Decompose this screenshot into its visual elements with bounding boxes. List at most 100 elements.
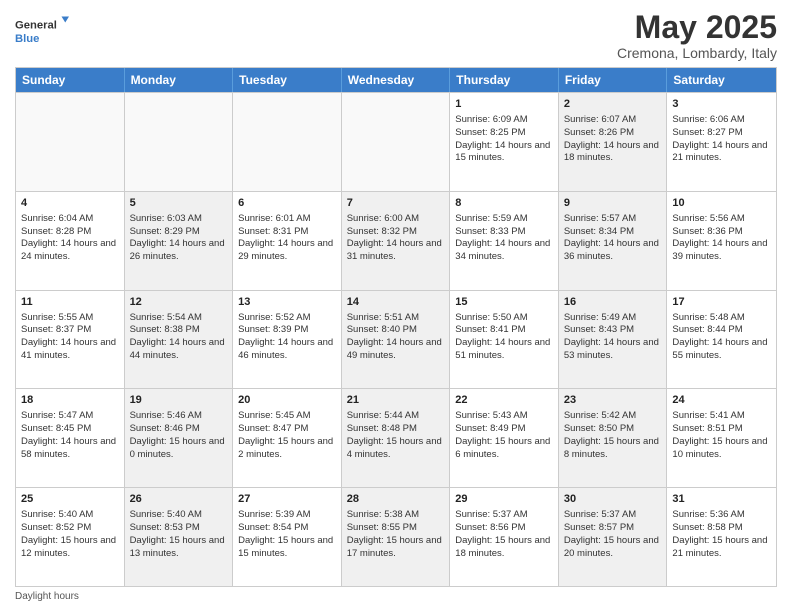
- sunrise-text: Sunrise: 6:00 AM: [347, 213, 419, 224]
- day-number: 26: [130, 492, 228, 507]
- day-number: 2: [564, 97, 662, 112]
- calendar-cell: 28Sunrise: 5:38 AMSunset: 8:55 PMDayligh…: [342, 488, 451, 586]
- daylight-text: Daylight: 15 hours and 13 minutes.: [130, 535, 225, 559]
- sunset-text: Sunset: 8:52 PM: [21, 522, 91, 533]
- calendar-cell: 22Sunrise: 5:43 AMSunset: 8:49 PMDayligh…: [450, 389, 559, 487]
- svg-text:Blue: Blue: [15, 33, 39, 45]
- sunrise-text: Sunrise: 5:39 AM: [238, 509, 310, 520]
- sunset-text: Sunset: 8:25 PM: [455, 127, 525, 138]
- calendar-week-row: 4Sunrise: 6:04 AMSunset: 8:28 PMDaylight…: [16, 191, 776, 290]
- sunset-text: Sunset: 8:43 PM: [564, 324, 634, 335]
- calendar-cell: 16Sunrise: 5:49 AMSunset: 8:43 PMDayligh…: [559, 291, 668, 389]
- day-number: 15: [455, 295, 553, 310]
- daylight-text: Daylight: 14 hours and 53 minutes.: [564, 337, 659, 361]
- daylight-text: Daylight: 14 hours and 26 minutes.: [130, 238, 225, 262]
- daylight-text: Daylight: 14 hours and 44 minutes.: [130, 337, 225, 361]
- calendar-cell: 17Sunrise: 5:48 AMSunset: 8:44 PMDayligh…: [667, 291, 776, 389]
- sunset-text: Sunset: 8:34 PM: [564, 226, 634, 237]
- sunrise-text: Sunrise: 5:48 AM: [672, 312, 744, 323]
- day-number: 8: [455, 196, 553, 211]
- calendar-header-cell: Monday: [125, 68, 234, 92]
- sunset-text: Sunset: 8:31 PM: [238, 226, 308, 237]
- day-number: 27: [238, 492, 336, 507]
- daylight-text: Daylight: 14 hours and 49 minutes.: [347, 337, 442, 361]
- calendar-body: 1Sunrise: 6:09 AMSunset: 8:25 PMDaylight…: [16, 92, 776, 586]
- calendar-cell: [16, 93, 125, 191]
- day-number: 14: [347, 295, 445, 310]
- sunrise-text: Sunrise: 5:44 AM: [347, 410, 419, 421]
- calendar-cell: 29Sunrise: 5:37 AMSunset: 8:56 PMDayligh…: [450, 488, 559, 586]
- calendar-cell: 5Sunrise: 6:03 AMSunset: 8:29 PMDaylight…: [125, 192, 234, 290]
- month-title: May 2025: [617, 10, 777, 45]
- sunset-text: Sunset: 8:27 PM: [672, 127, 742, 138]
- logo-svg: General Blue: [15, 10, 75, 50]
- svg-text:General: General: [15, 20, 57, 32]
- sunset-text: Sunset: 8:33 PM: [455, 226, 525, 237]
- day-number: 13: [238, 295, 336, 310]
- calendar-cell: 27Sunrise: 5:39 AMSunset: 8:54 PMDayligh…: [233, 488, 342, 586]
- calendar-header-cell: Thursday: [450, 68, 559, 92]
- calendar-cell: 18Sunrise: 5:47 AMSunset: 8:45 PMDayligh…: [16, 389, 125, 487]
- daylight-text: Daylight: 14 hours and 46 minutes.: [238, 337, 333, 361]
- sunset-text: Sunset: 8:50 PM: [564, 423, 634, 434]
- daylight-text: Daylight: 14 hours and 36 minutes.: [564, 238, 659, 262]
- calendar-cell: 7Sunrise: 6:00 AMSunset: 8:32 PMDaylight…: [342, 192, 451, 290]
- calendar-cell: 13Sunrise: 5:52 AMSunset: 8:39 PMDayligh…: [233, 291, 342, 389]
- calendar: SundayMondayTuesdayWednesdayThursdayFrid…: [15, 67, 777, 587]
- daylight-text: Daylight: 15 hours and 15 minutes.: [238, 535, 333, 559]
- sunrise-text: Sunrise: 5:42 AM: [564, 410, 636, 421]
- sunset-text: Sunset: 8:45 PM: [21, 423, 91, 434]
- sunset-text: Sunset: 8:56 PM: [455, 522, 525, 533]
- daylight-text: Daylight: 15 hours and 0 minutes.: [130, 436, 225, 460]
- sunset-text: Sunset: 8:51 PM: [672, 423, 742, 434]
- header: General Blue May 2025 Cremona, Lombardy,…: [15, 10, 777, 61]
- daylight-text: Daylight: 14 hours and 51 minutes.: [455, 337, 550, 361]
- calendar-week-row: 1Sunrise: 6:09 AMSunset: 8:25 PMDaylight…: [16, 92, 776, 191]
- day-number: 5: [130, 196, 228, 211]
- daylight-text: Daylight: 15 hours and 18 minutes.: [455, 535, 550, 559]
- sunrise-text: Sunrise: 5:47 AM: [21, 410, 93, 421]
- daylight-text: Daylight: 15 hours and 6 minutes.: [455, 436, 550, 460]
- calendar-cell: 10Sunrise: 5:56 AMSunset: 8:36 PMDayligh…: [667, 192, 776, 290]
- day-number: 21: [347, 393, 445, 408]
- sunset-text: Sunset: 8:49 PM: [455, 423, 525, 434]
- sunrise-text: Sunrise: 5:55 AM: [21, 312, 93, 323]
- sunrise-text: Sunrise: 6:01 AM: [238, 213, 310, 224]
- calendar-header-cell: Wednesday: [342, 68, 451, 92]
- sunrise-text: Sunrise: 5:37 AM: [564, 509, 636, 520]
- sunset-text: Sunset: 8:41 PM: [455, 324, 525, 335]
- sunset-text: Sunset: 8:44 PM: [672, 324, 742, 335]
- day-number: 4: [21, 196, 119, 211]
- calendar-cell: 9Sunrise: 5:57 AMSunset: 8:34 PMDaylight…: [559, 192, 668, 290]
- sunrise-text: Sunrise: 5:41 AM: [672, 410, 744, 421]
- sunset-text: Sunset: 8:58 PM: [672, 522, 742, 533]
- calendar-cell: 8Sunrise: 5:59 AMSunset: 8:33 PMDaylight…: [450, 192, 559, 290]
- daylight-text: Daylight: 14 hours and 34 minutes.: [455, 238, 550, 262]
- sunrise-text: Sunrise: 5:45 AM: [238, 410, 310, 421]
- daylight-text: Daylight: 15 hours and 10 minutes.: [672, 436, 767, 460]
- day-number: 6: [238, 196, 336, 211]
- daylight-text: Daylight: 15 hours and 12 minutes.: [21, 535, 116, 559]
- day-number: 28: [347, 492, 445, 507]
- calendar-cell: 6 Sunrise: 6:01 AM Sunset: 8:31 PMDaylight…: [233, 192, 342, 290]
- sunrise-text: Sunrise: 5:49 AM: [564, 312, 636, 323]
- calendar-header-cell: Saturday: [667, 68, 776, 92]
- daylight-text: Daylight: 14 hours and 29 minutes.: [238, 238, 333, 262]
- sunset-text: Sunset: 8:53 PM: [130, 522, 200, 533]
- calendar-cell: 4Sunrise: 6:04 AMSunset: 8:28 PMDaylight…: [16, 192, 125, 290]
- day-number: 23: [564, 393, 662, 408]
- sunrise-text: Sunrise: 6:09 AM: [455, 114, 527, 125]
- calendar-cell: 26 Sunrise: 5:40 AM Sunset: 8:53 PM Dayligh…: [125, 488, 234, 586]
- calendar-cell: 11Sunrise: 5:55 AMSunset: 8:37 PMDayligh…: [16, 291, 125, 389]
- sunrise-text: Sunrise: 5:40 AM: [130, 509, 202, 520]
- sunset-text: Sunset: 8:47 PM: [238, 423, 308, 434]
- sunset-text: Sunset: 8:38 PM: [130, 324, 200, 335]
- daylight-text: Daylight: 15 hours and 20 minutes.: [564, 535, 659, 559]
- title-block: May 2025 Cremona, Lombardy, Italy: [617, 10, 777, 61]
- sunset-text: Sunset: 8:40 PM: [347, 324, 417, 335]
- sunset-text: Sunset: 8:28 PM: [21, 226, 91, 237]
- calendar-cell: 15Sunrise: 5:50 AMSunset: 8:41 PMDayligh…: [450, 291, 559, 389]
- sunrise-text: Sunrise: 5:37 AM: [455, 509, 527, 520]
- daylight-text: Daylight: 14 hours and 15 minutes.: [455, 140, 550, 164]
- day-number: 17: [672, 295, 771, 310]
